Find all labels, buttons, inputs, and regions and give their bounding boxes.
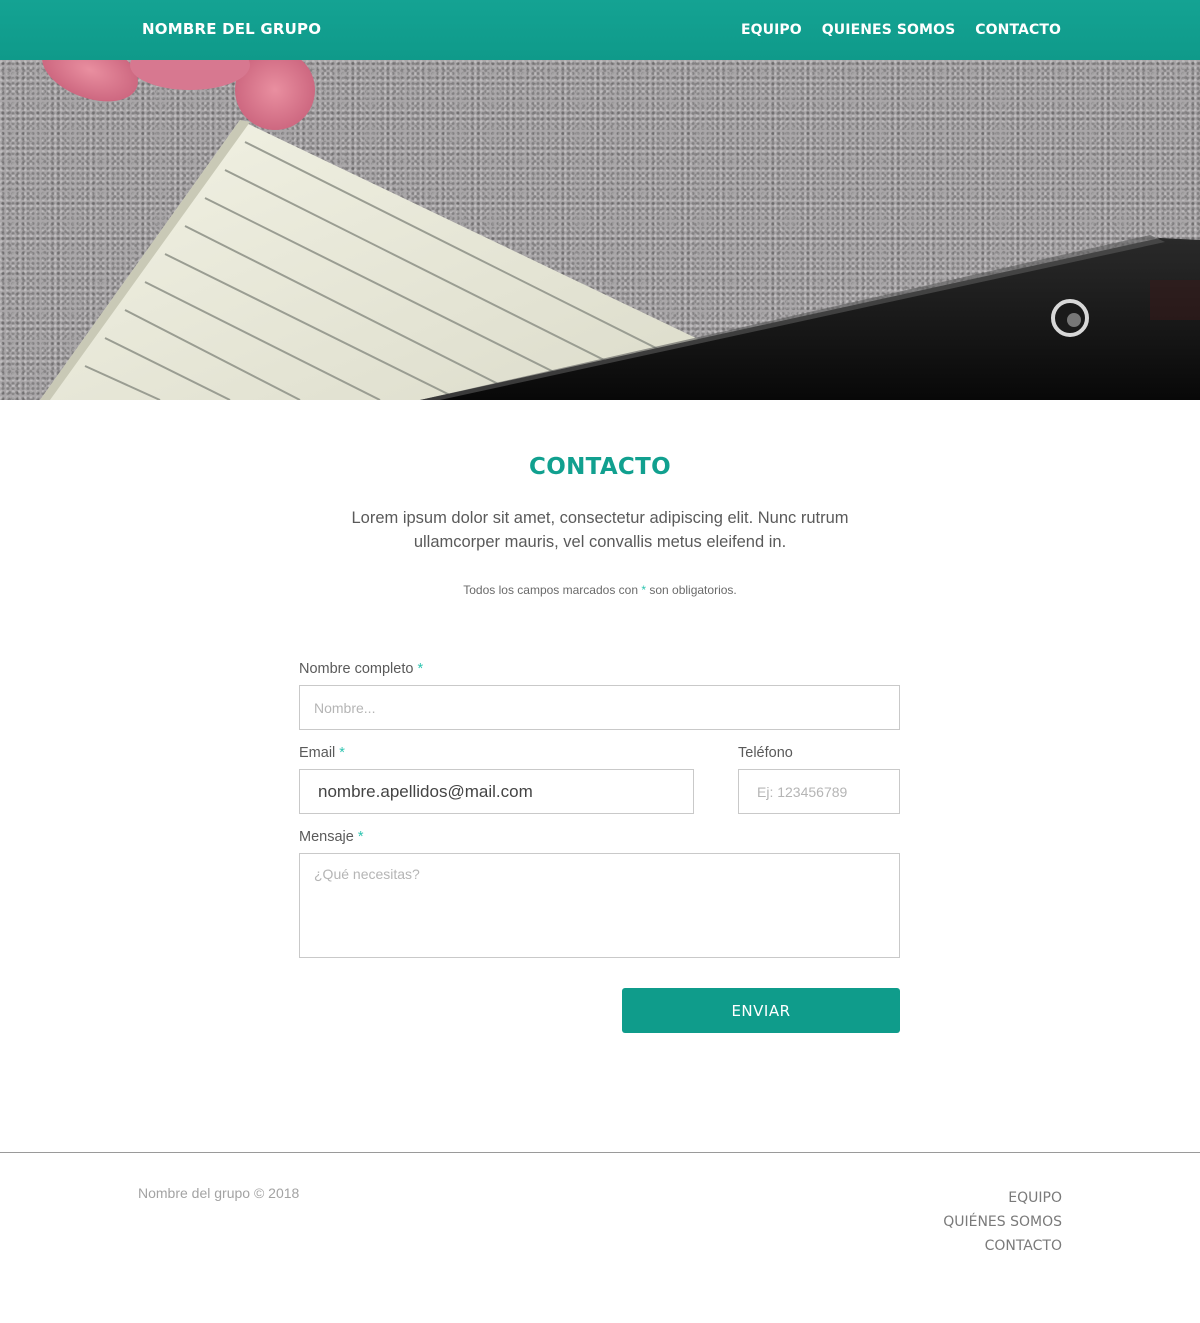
email-input[interactable] — [299, 769, 694, 814]
email-label-text: Email — [299, 745, 336, 761]
name-input[interactable] — [299, 685, 900, 730]
required-fields-note: Todos los campos marcados con * son obli… — [0, 583, 1200, 597]
message-label-text: Mensaje — [299, 829, 354, 845]
footer-copyright: Nombre del grupo © 2018 — [138, 1185, 300, 1201]
email-field-label: Email * — [299, 745, 345, 761]
note-text-after: son obligatorios. — [646, 583, 737, 597]
top-navbar: NOMBRE DEL GRUPO EQUIPO QUIENES SOMOS CO… — [0, 0, 1200, 60]
main-nav: EQUIPO QUIENES SOMOS CONTACTO — [721, 22, 1061, 38]
message-required-star: * — [357, 829, 364, 845]
note-text-before: Todos los campos marcados con — [463, 583, 642, 597]
nav-link-contacto[interactable]: CONTACTO — [975, 22, 1061, 38]
contact-section-title: CONTACTO — [529, 454, 671, 480]
hero-illustration — [40, 60, 1200, 400]
nav-link-equipo[interactable]: EQUIPO — [741, 22, 802, 38]
message-textarea[interactable] — [299, 853, 900, 958]
phone-input[interactable] — [738, 769, 900, 814]
brand-logo-link[interactable]: NOMBRE DEL GRUPO — [142, 20, 321, 38]
phone-field-label: Teléfono — [738, 745, 793, 761]
nav-link-quienes-somos[interactable]: QUIENES SOMOS — [822, 22, 955, 38]
name-field-label: Nombre completo * — [299, 661, 423, 677]
email-required-star: * — [339, 745, 345, 761]
hero-banner-image — [0, 60, 1200, 400]
name-required-star: * — [417, 661, 424, 677]
contact-lead-text: Lorem ipsum dolor sit amet, consectetur … — [351, 509, 849, 551]
message-field-label: Mensaje * — [299, 829, 364, 845]
footer-divider — [0, 1152, 1200, 1153]
submit-button[interactable]: ENVIAR — [622, 988, 900, 1033]
footer-nav: EQUIPO QUIÉNES SOMOS CONTACTO — [943, 1183, 1062, 1261]
name-label-text: Nombre completo — [299, 661, 414, 677]
